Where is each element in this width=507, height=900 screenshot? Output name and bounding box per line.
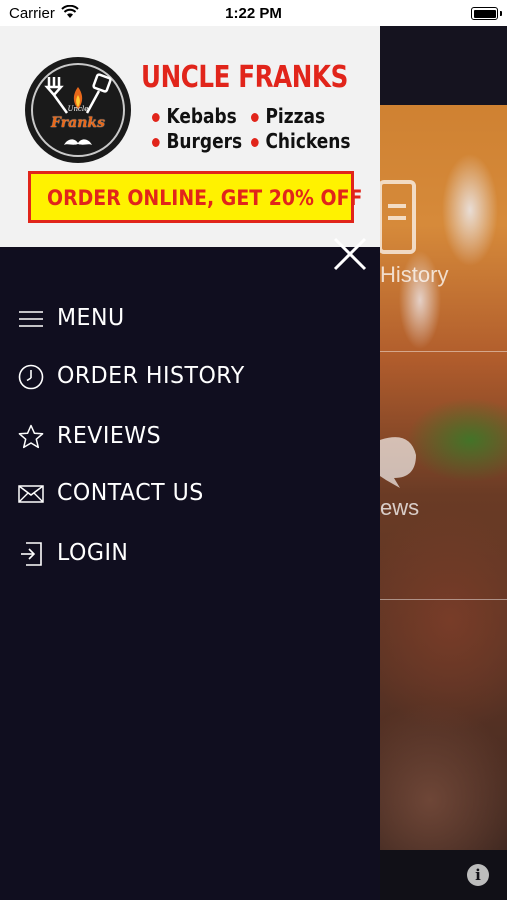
bullet-dot [251,138,259,147]
envelope-icon [18,485,44,503]
reviews-tile-icon [380,437,416,488]
login-icon [21,542,42,566]
info-icon[interactable]: i [467,864,489,886]
nav-label-order-history: ORDER HISTORY [57,363,245,389]
battery-icon [471,7,502,20]
nav-label-menu: MENU [57,305,125,331]
offering-kebabs: Kebabs [152,104,237,128]
bullet-dot [251,113,259,122]
hamburger-icon [19,311,43,327]
logo-script-main: Franks [51,115,105,131]
offering-chickens: Chickens [251,129,351,153]
order-history-tile-icon [378,180,416,254]
nav-label-contact-us: CONTACT US [57,480,204,506]
offering-pizzas: Pizzas [251,104,325,128]
battery-level [473,9,496,18]
nav-item-reviews[interactable]: REVIEWS [0,414,380,458]
tile-divider [380,351,507,352]
side-drawer: Uncle Franks UNCLE FRANKS Kebabs Pizzas … [0,26,380,900]
promo-banner: ORDER ONLINE, GET 20% OFF [28,171,363,223]
tile-divider [380,599,507,600]
order-history-tile-label[interactable]: History [380,262,448,288]
logo-script-small: Uncle [67,105,89,113]
star-icon [18,424,44,449]
status-time: 1:22 PM [225,5,282,22]
nav-item-login[interactable]: LOGIN [0,531,380,575]
close-icon[interactable] [332,236,368,272]
nav-item-order-history[interactable]: ORDER HISTORY [0,354,380,398]
clock-icon [18,364,44,390]
nav-item-contact-us[interactable]: CONTACT US [0,471,380,515]
bullet-dot [152,138,160,147]
reviews-tile-label[interactable]: ews [380,495,419,521]
nav-label-login: LOGIN [57,540,129,566]
offering-burgers: Burgers [152,129,242,153]
promo-text: ORDER ONLINE, GET 20% OFF [47,186,363,210]
mustache-icon [64,139,92,145]
drawer-header-banner: Uncle Franks UNCLE FRANKS Kebabs Pizzas … [0,26,380,247]
nav-label-reviews: REVIEWS [57,423,162,449]
brand-title: UNCLE FRANKS [141,60,348,95]
bullet-dot [152,113,160,122]
restaurant-logo: Uncle Franks [25,57,131,163]
status-bar: Carrier 1:22 PM [0,0,507,26]
nav-item-menu[interactable]: MENU [0,296,380,340]
